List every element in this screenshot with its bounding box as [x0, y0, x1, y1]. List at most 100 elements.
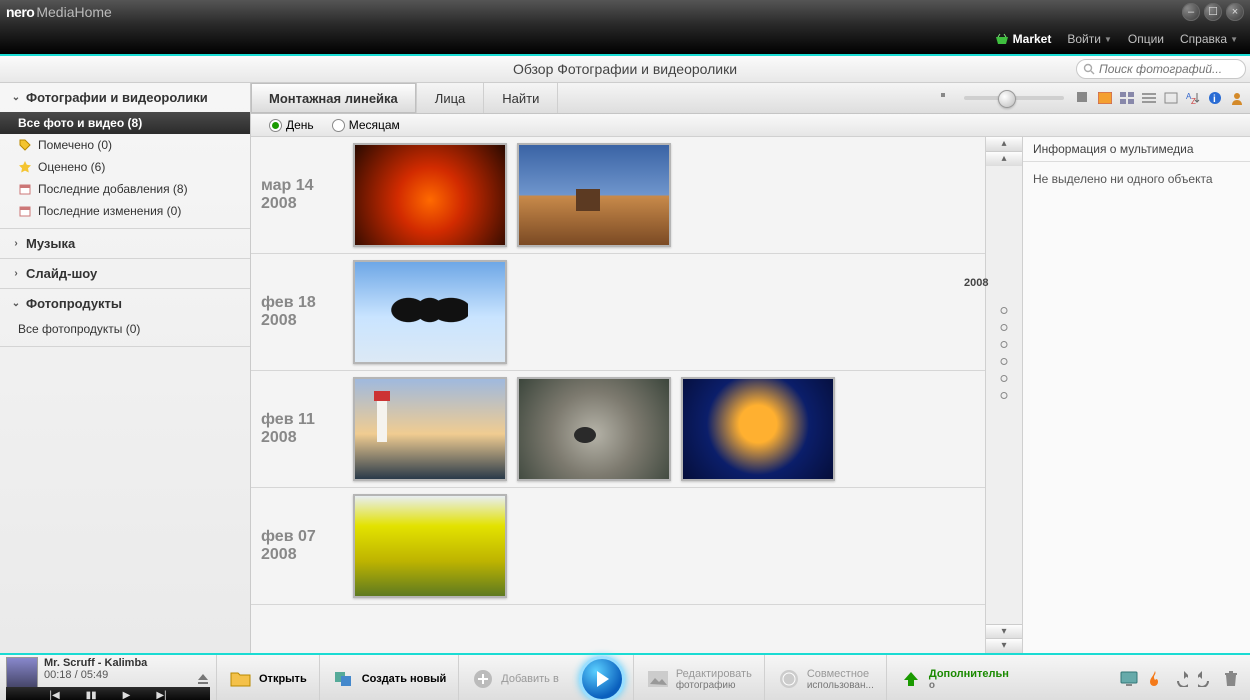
- monitor-icon[interactable]: [1120, 671, 1138, 687]
- group-date-label: фев 182008: [261, 294, 341, 330]
- sidebar-music-header[interactable]: › Музыка: [0, 229, 250, 258]
- info-panel-header: Информация о мультимедиа: [1023, 137, 1250, 162]
- overview-bar: Обзор Фотографии и видеоролики: [0, 56, 1250, 83]
- sidebar-slideshow-header[interactable]: › Слайд-шоу: [0, 259, 250, 288]
- create-new-icon: [333, 670, 355, 688]
- group-date-label: фев 112008: [261, 411, 341, 447]
- close-button[interactable]: ×: [1226, 3, 1244, 21]
- photo-thumbnail[interactable]: [353, 143, 507, 247]
- playback-controls: |◀ ▮▮ ▶ ▶|: [6, 687, 210, 700]
- user-icon[interactable]: [1230, 91, 1244, 105]
- group-date-label: мар 142008: [261, 177, 341, 213]
- view-list-icon[interactable]: [1142, 92, 1156, 104]
- play-button-small[interactable]: ▶: [123, 690, 131, 700]
- plus-icon: [473, 669, 493, 689]
- chevron-right-icon: ›: [10, 238, 22, 249]
- action-share[interactable]: Совместноеиспользован...: [764, 655, 886, 700]
- sort-icon[interactable]: AZ: [1186, 91, 1200, 105]
- sidebar-photos-header[interactable]: ⌄ Фотографии и видеоролики: [0, 83, 250, 112]
- folder-open-icon: [230, 670, 252, 688]
- sidebar-item-all-photoproducts[interactable]: Все фотопродукты (0): [0, 318, 250, 340]
- action-open[interactable]: Открыть: [216, 655, 319, 700]
- filter-row: День Месяцам: [251, 114, 1250, 137]
- action-more[interactable]: Дополнительно: [886, 655, 1021, 700]
- photo-thumbnail[interactable]: [681, 377, 835, 481]
- photo-thumbnail[interactable]: [517, 377, 671, 481]
- sidebar-item-recent-added[interactable]: Последние добавления (8): [0, 178, 250, 200]
- login-menu[interactable]: Войти▼: [1067, 32, 1112, 46]
- date-group: фев 182008: [251, 254, 985, 371]
- share-icon: [779, 669, 799, 689]
- sidebar-item-recent-changed[interactable]: Последние изменения (0): [0, 200, 250, 222]
- next-button[interactable]: ▶|: [156, 690, 166, 700]
- minimize-button[interactable]: –: [1182, 3, 1200, 21]
- now-playing-time: 00:18 / 05:49: [44, 669, 147, 681]
- info-icon[interactable]: i: [1208, 91, 1222, 105]
- app-logo: neroMediaHome: [6, 4, 112, 20]
- group-date-label: фев 072008: [261, 528, 341, 564]
- sidebar-photoproducts-header[interactable]: ⌄ Фотопродукты: [0, 289, 250, 318]
- flame-icon[interactable]: [1148, 671, 1162, 687]
- main-area: Монтажная линейка Лица Найти ▾ AZ i День: [251, 83, 1250, 653]
- now-playing-track: Mr. Scruff - Kalimba: [44, 657, 147, 669]
- date-group: мар 142008: [251, 137, 985, 254]
- market-link[interactable]: Market: [995, 32, 1052, 46]
- zoom-in-icon[interactable]: [1076, 91, 1090, 105]
- timeline-top-button[interactable]: ▴: [986, 137, 1022, 152]
- bottom-bar: Mr. Scruff - Kalimba 00:18 / 05:49 |◀ ▮▮…: [0, 653, 1250, 700]
- tag-icon: [18, 138, 32, 152]
- svg-text:i: i: [1213, 94, 1216, 105]
- search-icon: [1083, 63, 1095, 75]
- prev-button[interactable]: |◀: [49, 690, 59, 700]
- arrow-up-icon: [902, 670, 920, 688]
- filter-month-radio[interactable]: Месяцам: [332, 118, 400, 132]
- search-input[interactable]: [1095, 62, 1239, 76]
- view-thumbnails-icon[interactable]: [1098, 92, 1112, 104]
- nav-bar: Market Войти▼ Опции Справка▼: [0, 24, 1250, 54]
- photo-thumbnail[interactable]: [353, 377, 507, 481]
- timeline-down-button[interactable]: ▾: [986, 624, 1022, 639]
- action-create[interactable]: Создать новый: [319, 655, 459, 700]
- calendar-icon: [18, 182, 32, 196]
- sidebar-item-all-photos[interactable]: Все фото и видео (8): [0, 112, 250, 134]
- tab-faces[interactable]: Лица: [417, 83, 484, 113]
- album-art-icon: [6, 657, 38, 689]
- zoom-out-icon[interactable]: [940, 92, 952, 104]
- filter-day-radio[interactable]: День: [269, 118, 314, 132]
- help-menu[interactable]: Справка▼: [1180, 32, 1238, 46]
- undo-icon[interactable]: [1172, 671, 1188, 687]
- trash-icon[interactable]: [1224, 671, 1238, 687]
- action-add[interactable]: Добавить в: [458, 655, 571, 700]
- options-menu[interactable]: Опции: [1128, 32, 1164, 46]
- sidebar-item-tagged[interactable]: Помечено (0): [0, 134, 250, 156]
- tab-timeline[interactable]: Монтажная линейка: [251, 83, 417, 113]
- view-grid-icon[interactable]: [1120, 92, 1134, 104]
- photo-thumbnail[interactable]: [517, 143, 671, 247]
- basket-icon: [995, 33, 1009, 45]
- timeline-bottom-button[interactable]: ▾: [986, 638, 1022, 653]
- tab-toolbar: Монтажная линейка Лица Найти ▾ AZ i: [251, 83, 1250, 114]
- search-box[interactable]: [1076, 59, 1246, 79]
- eject-icon[interactable]: [196, 672, 210, 686]
- overview-title: Обзор Фотографии и видеоролики: [0, 61, 1250, 77]
- sidebar-item-rated[interactable]: Оценено (6): [0, 156, 250, 178]
- zoom-slider[interactable]: [964, 96, 1064, 100]
- action-edit[interactable]: Редактироватьфотографию: [633, 655, 764, 700]
- redo-icon[interactable]: [1198, 671, 1214, 687]
- maximize-button[interactable]: ☐: [1204, 3, 1222, 21]
- calendar-icon: [18, 204, 32, 218]
- title-bar: neroMediaHome – ☐ ×: [0, 0, 1250, 24]
- photo-thumbnail[interactable]: [353, 260, 507, 364]
- chevron-right-icon: ›: [10, 268, 22, 279]
- rotate-icon[interactable]: ▾: [1164, 92, 1178, 104]
- timeline-strip: ▴ ▴ 2008 ▾ ▾: [985, 137, 1022, 653]
- timeline-month-dots[interactable]: [1001, 297, 1008, 409]
- stop-pause-button[interactable]: ▮▮: [86, 690, 97, 700]
- timeline-up-button[interactable]: ▴: [986, 152, 1022, 166]
- tray-icons: [1120, 671, 1250, 687]
- tab-find[interactable]: Найти: [484, 83, 558, 113]
- edit-photo-icon: [647, 670, 669, 688]
- photo-thumbnail[interactable]: [353, 494, 507, 598]
- timeline-year-label: 2008: [964, 277, 988, 289]
- play-big-button[interactable]: [579, 656, 625, 700]
